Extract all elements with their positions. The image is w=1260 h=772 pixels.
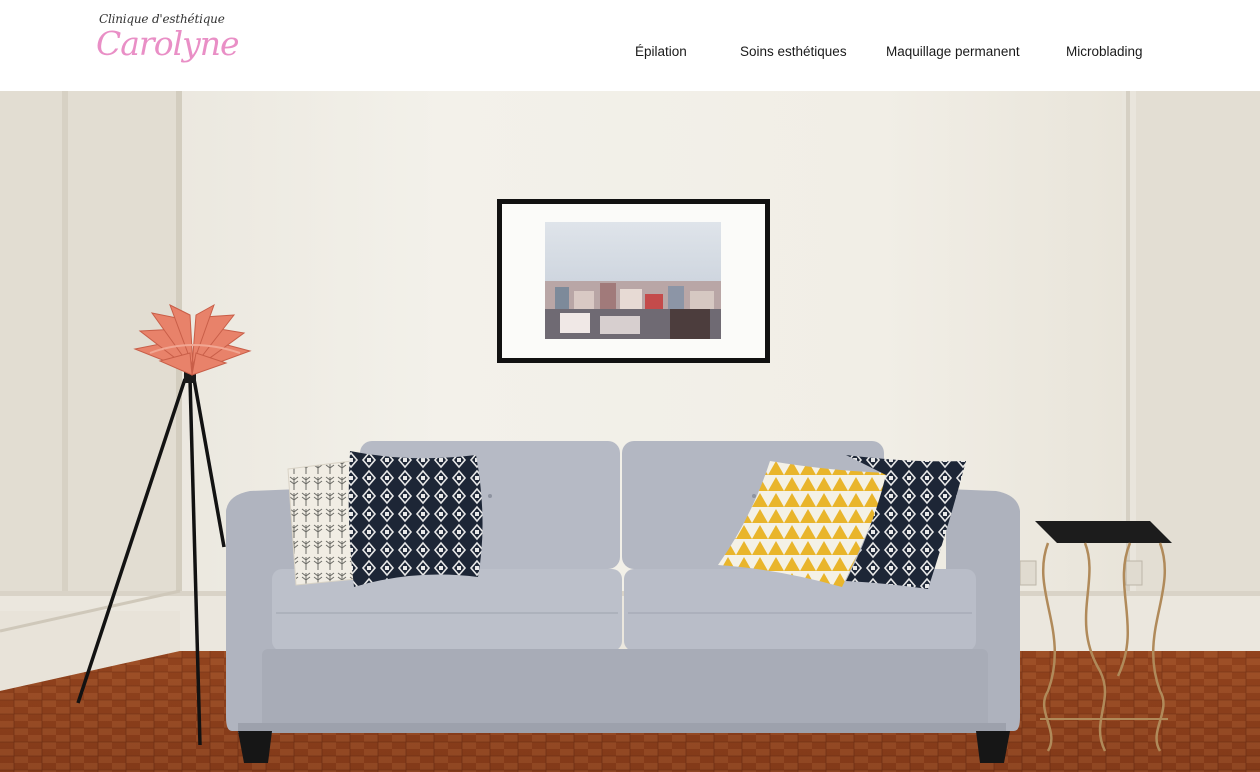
site-header: Clinique d'esthétique Carolyne Épilation… bbox=[0, 0, 1260, 91]
nav-item-microblading[interactable]: Microblading bbox=[1066, 44, 1143, 59]
hero-image bbox=[0, 91, 1260, 772]
nav-item-maquillage-permanent[interactable]: Maquillage permanent bbox=[886, 44, 1020, 59]
nav-item-epilation[interactable]: Épilation bbox=[635, 44, 687, 59]
nav-item-soins-esthetiques[interactable]: Soins esthétiques bbox=[740, 44, 847, 59]
main-nav: Épilation Soins esthétiques Maquillage p… bbox=[0, 44, 1260, 64]
